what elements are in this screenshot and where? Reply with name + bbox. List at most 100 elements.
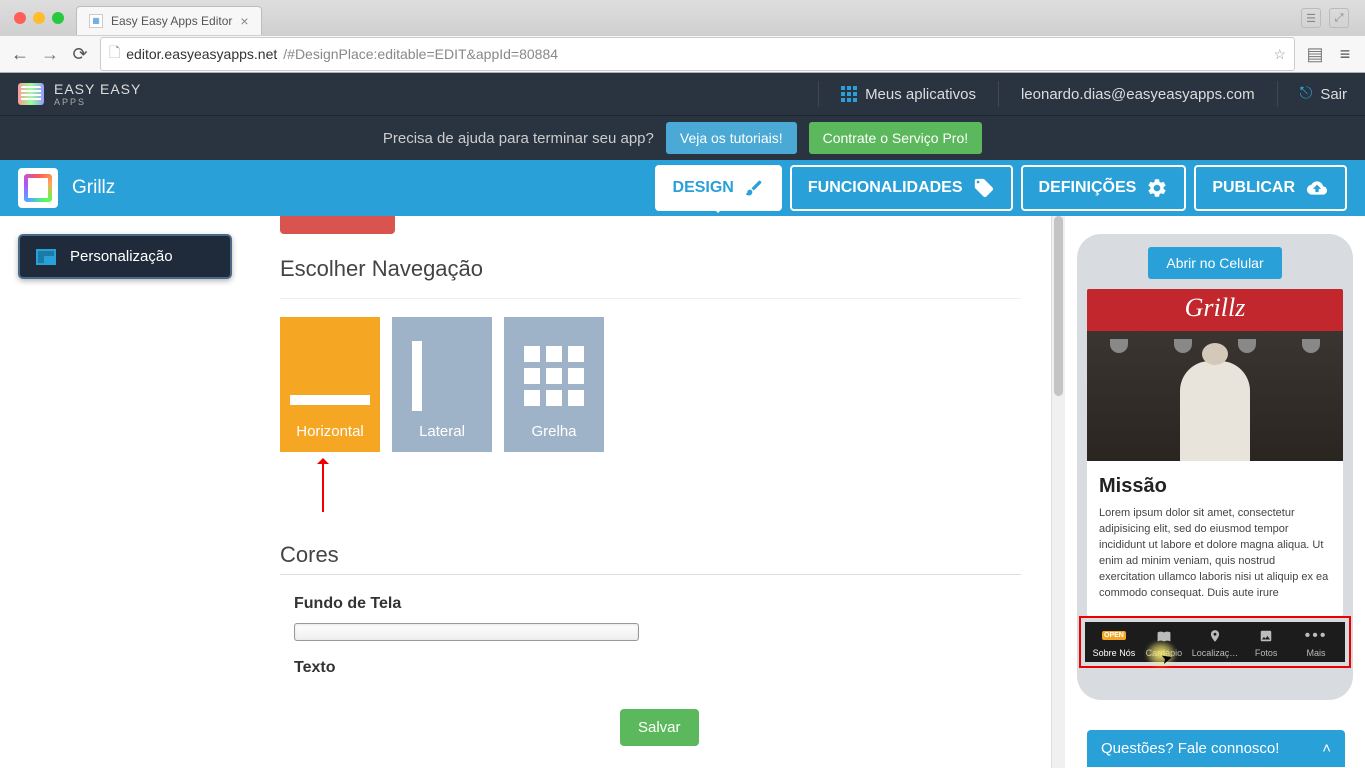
tab-features-label: FUNCIONALIDADES [808, 179, 963, 197]
page-icon: 🗋 [109, 42, 120, 66]
nav-style-options: Horizontal Lateral Grelha [280, 317, 1021, 452]
sidebar: Personalização [0, 216, 250, 768]
main-nav: Grillz DESIGN FUNCIONALIDADES DEFINIÇÕES… [0, 160, 1365, 216]
preview-app-title: Grillz [1087, 289, 1343, 331]
minimize-window-icon[interactable] [33, 12, 45, 24]
open-on-mobile-button[interactable]: Abrir no Celular [1148, 247, 1281, 279]
annotation-arrow-icon [322, 462, 1021, 512]
section-choose-nav-title: Escolher Navegação [280, 256, 1021, 282]
red-indicator [280, 216, 395, 234]
tab-title: Easy Easy Apps Editor [111, 14, 232, 28]
open-sign-icon: OPEN [1105, 628, 1123, 644]
url-host: editor.easyeasyapps.net [126, 46, 277, 62]
browser-tab-bar: ▦ Easy Easy Apps Editor × ☰ ⤢ [0, 0, 1365, 36]
brand-name: EASY EASY [54, 81, 141, 97]
main-column: Escolher Navegação Horizontal Lateral Gr… [250, 216, 1051, 768]
back-icon[interactable]: ← [10, 44, 30, 65]
content: Personalização Escolher Navegação Horizo… [0, 216, 1365, 768]
nav-option-lateral[interactable]: Lateral [392, 317, 492, 452]
save-button[interactable]: Salvar [620, 709, 699, 746]
nav-option-horizontal[interactable]: Horizontal [280, 317, 380, 452]
bg-color-input[interactable] [294, 623, 639, 641]
scrollbar-thumb[interactable] [1054, 216, 1063, 396]
nav-option-label: Grelha [531, 423, 576, 440]
my-apps-link[interactable]: Meus aplicativos [841, 86, 976, 103]
expand-icon[interactable]: ⤢ [1329, 8, 1349, 28]
tab-label: Sobre Nós [1093, 648, 1136, 658]
app-name: Grillz [72, 177, 115, 199]
user-menu-icon[interactable]: ☰ [1301, 8, 1321, 28]
phone-chin [1087, 668, 1343, 690]
tab-features[interactable]: FUNCIONALIDADES [790, 165, 1013, 211]
tab-label: Mais [1307, 648, 1326, 658]
close-window-icon[interactable] [14, 12, 26, 24]
app-header: EASY EASY APPS Meus aplicativos leonardo… [0, 73, 1365, 115]
brand-subtitle: APPS [54, 97, 141, 107]
address-bar-row: ← → ⟳ 🗋 editor.easyeasyapps.net /#DesignP… [0, 36, 1365, 72]
tutorials-button[interactable]: Veja os tutoriais! [666, 122, 797, 154]
nav-option-label: Horizontal [296, 423, 364, 440]
help-bar: Precisa de ajuda para terminar seu app? … [0, 115, 1365, 160]
favicon-icon: ▦ [89, 14, 103, 28]
tab-location[interactable]: Localizaç… [1192, 628, 1239, 658]
menu-icon[interactable]: ≡ [1335, 44, 1355, 65]
sidebar-item-label: Personalização [70, 248, 173, 265]
divider [998, 81, 999, 107]
tag-icon [973, 177, 995, 199]
preview-hero-image [1087, 331, 1343, 461]
tab-more[interactable]: ••• Mais [1294, 628, 1338, 658]
logout-link[interactable]: ⎋ Sair [1300, 85, 1347, 103]
url-path: /#DesignPlace:editable=EDIT&appId=80884 [283, 46, 558, 62]
tab-settings[interactable]: DEFINIÇÕES [1021, 165, 1187, 211]
nav-option-grid[interactable]: Grelha [504, 317, 604, 452]
bookmark-icon[interactable]: ☆ [1273, 46, 1286, 63]
forward-icon[interactable]: → [40, 44, 60, 65]
user-email[interactable]: leonardo.dias@easyeasyapps.com [1021, 86, 1255, 103]
tab-photos[interactable]: Fotos [1244, 628, 1288, 658]
my-apps-label: Meus aplicativos [865, 86, 976, 103]
window-controls[interactable] [8, 12, 70, 24]
address-bar[interactable]: 🗋 editor.easyeasyapps.net /#DesignPlace:e… [100, 37, 1295, 71]
tab-close-icon[interactable]: × [240, 13, 248, 29]
tab-design-label: DESIGN [673, 179, 734, 197]
reload-icon[interactable]: ⟳ [70, 44, 90, 65]
pro-service-button[interactable]: Contrate o Serviço Pro! [809, 122, 983, 154]
logout-label: Sair [1320, 86, 1347, 103]
tab-design[interactable]: DESIGN [655, 165, 782, 211]
browser-tab[interactable]: ▦ Easy Easy Apps Editor × [76, 6, 262, 35]
tab-publish[interactable]: PUBLICAR [1194, 165, 1347, 211]
preview-panel: Abrir no Celular Grillz Missão Lorem ips… [1065, 216, 1365, 768]
preview-section-title: Missão [1099, 475, 1331, 498]
phone-frame: Abrir no Celular Grillz Missão Lorem ips… [1077, 234, 1353, 700]
nav-option-label: Lateral [419, 423, 465, 440]
user-email-text: leonardo.dias@easyeasyapps.com [1021, 86, 1255, 103]
image-icon [1257, 628, 1275, 644]
browser-chrome: ▦ Easy Easy Apps Editor × ☰ ⤢ ← → ⟳ 🗋 ed… [0, 0, 1365, 73]
pin-icon [1206, 628, 1224, 644]
brush-icon [744, 178, 764, 198]
cloud-upload-icon [1305, 178, 1329, 198]
tab-label: Fotos [1255, 648, 1278, 658]
preview-tabbar: OPEN Sobre Nós Cardápio Localizaç… [1085, 622, 1345, 662]
scrollbar[interactable] [1051, 216, 1065, 768]
section-colors-title: Cores [280, 542, 1021, 575]
chevron-up-icon: ˄ [1322, 740, 1331, 757]
support-widget[interactable]: Questões? Fale connosco! ˄ [1087, 730, 1345, 767]
logout-icon: ⎋ [1300, 85, 1313, 103]
phone-screen: Grillz Missão Lorem ipsum dolor sit amet… [1087, 289, 1343, 616]
divider [1277, 81, 1278, 107]
tab-label: Localizaç… [1192, 648, 1239, 658]
help-prompt: Precisa de ajuda para terminar seu app? [383, 130, 654, 147]
support-label: Questões? Fale connosco! [1101, 740, 1279, 757]
sidebar-item-personalization[interactable]: Personalização [18, 234, 232, 279]
maximize-window-icon[interactable] [52, 12, 64, 24]
tab-about[interactable]: OPEN Sobre Nós [1092, 628, 1136, 658]
bg-color-label: Fundo de Tela [294, 595, 1021, 613]
tabbar-highlight: OPEN Sobre Nós Cardápio Localizaç… [1079, 616, 1351, 668]
tab-settings-label: DEFINIÇÕES [1039, 179, 1137, 197]
extension-icon[interactable]: ▤ [1305, 44, 1325, 65]
app-icon[interactable] [18, 168, 58, 208]
divider [818, 81, 819, 107]
gear-icon [1146, 177, 1168, 199]
brand-logo[interactable]: EASY EASY APPS [18, 81, 141, 107]
